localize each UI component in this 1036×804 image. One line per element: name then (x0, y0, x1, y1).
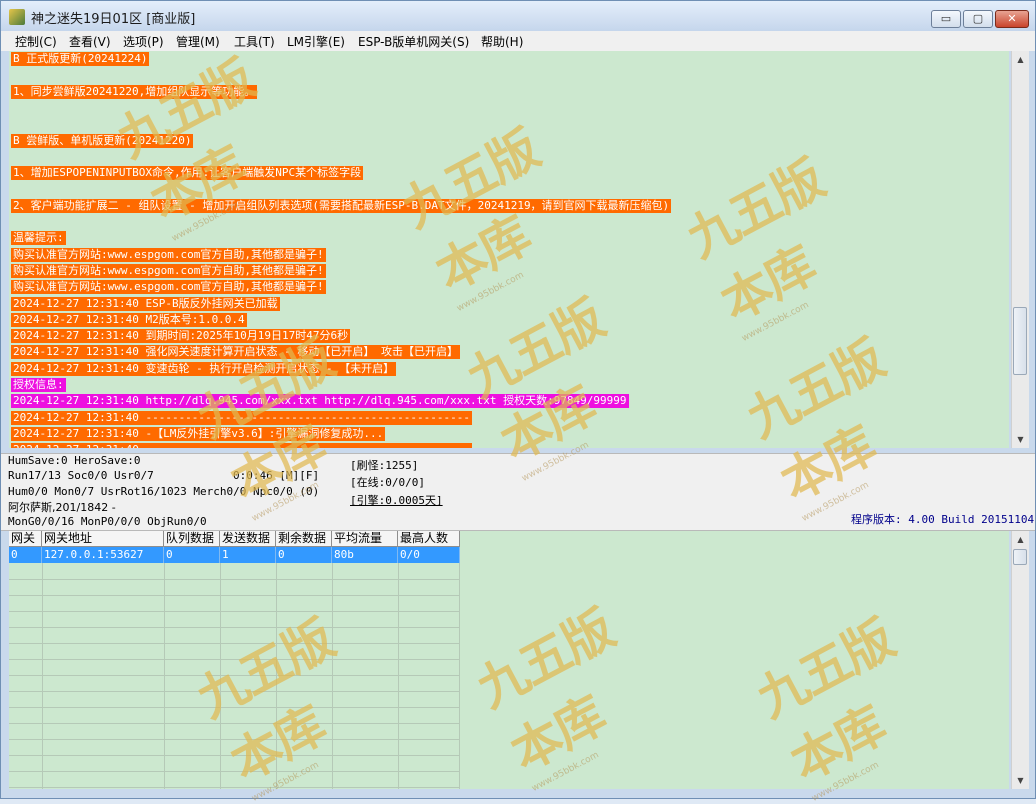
grid-row-line (9, 691, 459, 692)
column-send-data[interactable]: 发送数据 (220, 531, 276, 547)
log-scrollbar[interactable]: ▲ ▼ (1011, 51, 1029, 448)
column-gateway[interactable]: 网关 (9, 531, 42, 547)
grid-row-line (9, 707, 459, 708)
scroll-up-icon[interactable]: ▲ (1012, 531, 1029, 548)
log-line: 1、增加ESPOPENINPUTBOX命令,作用:让客户端触发NPC某个标签字段 (11, 166, 364, 180)
status-panel: HumSave:0 HeroSave:0 Run17/13 Soc0/0 Usr… (1, 453, 1035, 531)
log-line: 2024-12-27 12:31:40 http://dlq.945.com/x… (11, 394, 629, 408)
close-button[interactable]: ✕ (995, 10, 1029, 28)
scroll-down-icon[interactable]: ▼ (1012, 431, 1029, 448)
grid-row-line (9, 659, 459, 660)
grid-row-line (9, 771, 459, 772)
log-line: 2024-12-27 12:31:40 强化网关速度计算开启状态 - 移动【已开… (11, 345, 460, 359)
grid-row-line (9, 739, 459, 740)
log-line: 2024-12-27 12:31:40 --------------------… (11, 411, 472, 425)
column-remaining-data[interactable]: 剩余数据 (276, 531, 332, 547)
column-gateway-address[interactable]: 网关地址 (42, 531, 164, 547)
maximize-button[interactable]: ▢ (963, 10, 993, 28)
menu-esp-gateway[interactable]: ESP-B版单机网关(S) (358, 33, 469, 50)
grid-row-line (9, 627, 459, 628)
menu-lm-engine[interactable]: LM引擎(E) (287, 33, 345, 50)
version-label: 程序版本: 4.00 Build 20151104 (851, 513, 1035, 526)
grid-column-line (42, 563, 43, 789)
menu-options[interactable]: 选项(P) (123, 33, 164, 50)
refresh-monster-label: [刷怪:1255] (350, 459, 419, 472)
menu-manage[interactable]: 管理(M) (176, 33, 220, 50)
status-mon: MonG0/0/16 MonP0/0/0 ObjRun0/0 (8, 515, 207, 528)
app-icon (9, 9, 25, 25)
grid-column-line (332, 563, 333, 789)
grid-scroll-thumb[interactable] (1013, 549, 1027, 565)
log-scroll-thumb[interactable] (1013, 307, 1027, 375)
log-line: 2、客户端功能扩展二 - 组队设置 - 增加开启组队列表选项(需要搭配最新ESP… (11, 199, 672, 213)
grid-row-line (9, 579, 459, 580)
grid-cell[interactable]: 0 (9, 547, 42, 563)
log-line: 1、同步尝鲜版20241220,增加组队显示等功能。 (11, 85, 258, 99)
log-line: 温馨提示: (11, 231, 66, 245)
menu-tools[interactable]: 工具(T) (234, 33, 275, 50)
grid-column-line (398, 563, 399, 789)
app-window: 神之迷失19日01区 [商业版] ▭ ▢ ✕ 控制(C) 查看(V) 选项(P)… (0, 0, 1036, 804)
gateway-grid[interactable]: 网关 网关地址 队列数据 发送数据 剩余数据 平均流量 最高人数 0 127.0… (9, 531, 1009, 789)
log-line: 2024-12-27 12:31:40 到期时间:2025年10月19日17时4… (11, 329, 351, 343)
grid-cell[interactable]: 80b (332, 547, 398, 563)
online-label: [在线:0/0/0] (350, 476, 425, 489)
log-line: 授权信息: (11, 378, 66, 392)
grid-row-line (9, 755, 459, 756)
status-run: Run17/13 Soc0/0 Usr0/7 (8, 469, 154, 482)
log-line: 购买认准官方网站:www.espgom.com官方自助,其他都是骗子! (11, 248, 326, 262)
grid-row-line (9, 643, 459, 644)
grid-row-line (9, 675, 459, 676)
status-save: HumSave:0 HeroSave:0 (8, 454, 141, 467)
log-line: 购买认准官方网站:www.espgom.com官方自助,其他都是骗子! (11, 264, 326, 278)
menu-help[interactable]: 帮助(H) (481, 33, 523, 50)
menu-control[interactable]: 控制(C) (15, 33, 57, 50)
scroll-down-icon[interactable]: ▼ (1012, 772, 1029, 789)
status-map: 阿尔萨斯,201/1842 - (8, 501, 116, 514)
grid-column-line (459, 563, 460, 789)
log-line: 2024-12-27 12:31:40 -【LM反外挂引擎v3.6】:引擎漏洞修… (11, 427, 386, 441)
grid-row-line (9, 595, 459, 596)
grid-column-line (164, 563, 165, 789)
window-title: 神之迷失19日01区 [商业版] (31, 12, 196, 27)
grid-row-line (9, 611, 459, 612)
minimize-button[interactable]: ▭ (931, 10, 961, 28)
grid-column-line (276, 563, 277, 789)
grid-cell[interactable]: 0 (164, 547, 220, 563)
log-line: 购买认准官方网站:www.espgom.com官方自助,其他都是骗子! (11, 280, 326, 294)
menu-view[interactable]: 查看(V) (69, 33, 111, 50)
grid-row-line (9, 723, 459, 724)
grid-cell[interactable]: 0 (276, 547, 332, 563)
scroll-up-icon[interactable]: ▲ (1012, 51, 1029, 68)
title-bar: 神之迷失19日01区 [商业版] ▭ ▢ ✕ (1, 1, 1035, 31)
grid-cell[interactable]: 0/0 (398, 547, 460, 563)
log-panel[interactable]: B 正式版更新(20241224) 1、同步尝鲜版20241220,增加组队显示等… (9, 51, 1009, 448)
log-line: B 尝鲜版、单机版更新(20241220) (11, 134, 194, 148)
engine-link[interactable]: [引擎:0.0005天] (350, 492, 443, 508)
grid-scrollbar[interactable]: ▲ ▼ (1011, 531, 1029, 789)
column-queue-data[interactable]: 队列数据 (164, 531, 220, 547)
grid-column-line (220, 563, 221, 789)
log-line: 2024-12-27 12:31:40 M2版本号:1.0.0.4 (11, 313, 247, 327)
column-average-traffic[interactable]: 平均流量 (332, 531, 398, 547)
log-line: 2024-12-27 12:31:40 ESP-B版反外挂网关已加载 (11, 297, 280, 311)
log-line: 2024-12-27 12:31:40 变速齿轮 - 执行开启检测开启状态 - … (11, 362, 397, 376)
grid-row-line (9, 787, 459, 788)
column-max-users[interactable]: 最高人数 (398, 531, 460, 547)
status-hum: Hum0/0 Mon0/7 UsrRot16/1023 Merch0/0 Npc… (8, 485, 320, 498)
grid-cell[interactable]: 1 (220, 547, 276, 563)
log-line: B 正式版更新(20241224) (11, 52, 150, 66)
grid-cell[interactable]: 127.0.0.1:53627 (42, 547, 164, 563)
log-line: 2024-12-27 12:31:40 --------------------… (11, 443, 472, 448)
status-timer: 0:0:46 [M][F] (233, 469, 320, 482)
menu-bar: 控制(C) 查看(V) 选项(P) 管理(M) 工具(T) LM引擎(E) ES… (1, 31, 1035, 51)
